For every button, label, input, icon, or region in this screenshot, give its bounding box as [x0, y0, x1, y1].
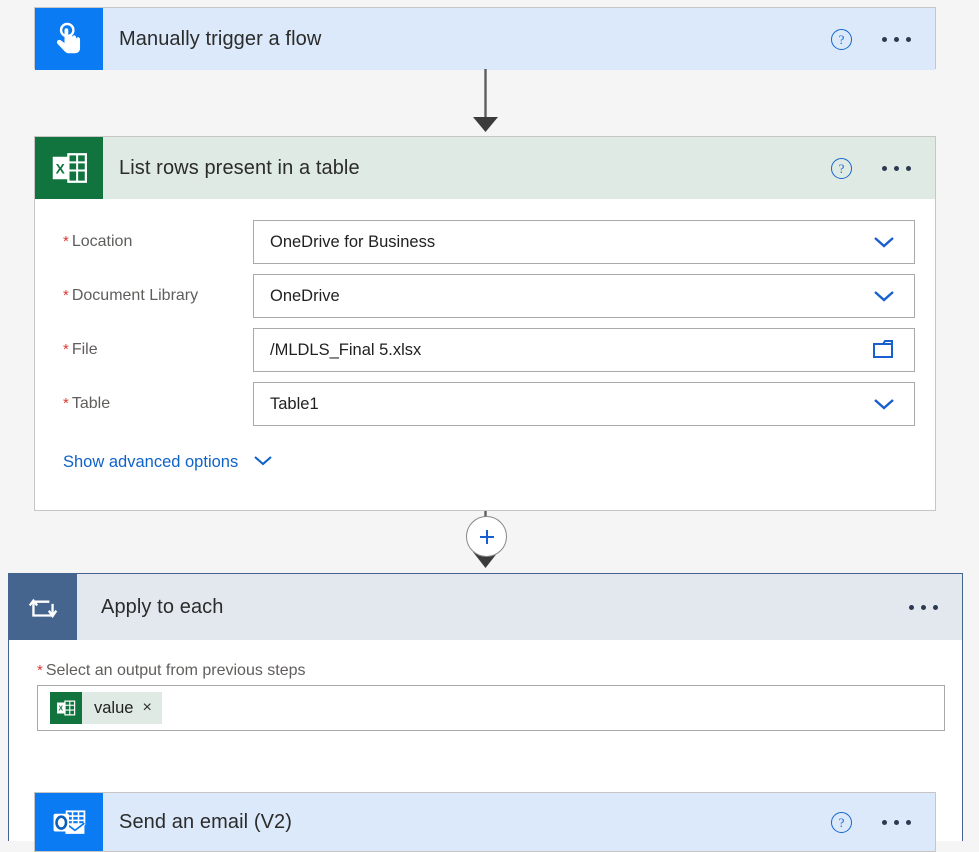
show-advanced-options-label: Show advanced options: [63, 453, 239, 471]
excel-icon: X: [50, 692, 82, 724]
select-output-label: * Select an output from previous steps: [37, 662, 962, 680]
hand-tap-icon: [35, 8, 103, 70]
svg-text:X: X: [59, 705, 64, 712]
required-asterisk: *: [63, 287, 69, 304]
apply-to-each-actions: [909, 574, 962, 640]
document-library-value: OneDrive: [270, 286, 340, 305]
required-asterisk: *: [63, 341, 69, 358]
chevron-down-icon[interactable]: [870, 383, 898, 425]
svg-text:X: X: [56, 161, 66, 176]
trigger-card[interactable]: Manually trigger a flow ?: [34, 7, 936, 70]
send-email-title: Send an email (V2): [119, 810, 293, 833]
apply-to-each-body: * Select an output from previous steps X…: [9, 640, 962, 731]
trigger-card-header[interactable]: Manually trigger a flow ?: [35, 8, 935, 70]
file-picker-input[interactable]: /MLDLS_Final 5.xlsx: [253, 328, 915, 372]
close-icon[interactable]: ×: [142, 700, 151, 716]
location-value: OneDrive for Business: [270, 232, 436, 251]
chevron-down-icon[interactable]: [870, 221, 898, 263]
trigger-card-title: Manually trigger a flow: [119, 27, 322, 50]
table-value: Table1: [270, 394, 319, 413]
apply-to-each-title: Apply to each: [101, 595, 224, 618]
chevron-down-icon: [252, 453, 274, 472]
excel-card-title: List rows present in a table: [119, 156, 360, 179]
more-commands-icon[interactable]: [882, 165, 911, 171]
trigger-card-actions: ?: [831, 8, 935, 70]
field-label-text: Table: [71, 395, 111, 412]
help-icon[interactable]: ?: [831, 157, 852, 179]
connector-arrow-trigger-to-excel: [473, 69, 498, 132]
field-label-location: * Location: [63, 233, 253, 251]
help-icon[interactable]: ?: [831, 811, 852, 833]
apply-to-each-header[interactable]: Apply to each: [9, 574, 962, 640]
chevron-down-icon[interactable]: [870, 275, 898, 317]
required-asterisk: *: [37, 662, 43, 679]
field-label-document-library: * Document Library: [63, 287, 253, 305]
excel-card-header[interactable]: X List rows present in a table ?: [35, 137, 935, 199]
field-row-file: * File /MLDLS_Final 5.xlsx: [35, 323, 935, 377]
show-advanced-options-button[interactable]: Show advanced options: [35, 453, 274, 472]
dynamic-content-token-value[interactable]: X value ×: [50, 692, 162, 724]
field-row-table: * Table Table1: [35, 377, 935, 431]
field-label-file: * File: [63, 341, 253, 359]
location-dropdown[interactable]: OneDrive for Business: [253, 220, 915, 264]
more-commands-icon[interactable]: [882, 819, 911, 825]
excel-icon: X: [35, 137, 103, 199]
select-output-input[interactable]: X value ×: [37, 685, 945, 731]
select-output-label-text: Select an output from previous steps: [45, 662, 306, 679]
excel-card-actions: ?: [831, 137, 935, 199]
send-email-actions: ?: [831, 793, 935, 851]
field-label-text: File: [71, 341, 98, 358]
required-asterisk: *: [63, 395, 69, 412]
field-label-text: Document Library: [71, 287, 199, 304]
send-email-card[interactable]: Send an email (V2) ?: [34, 792, 936, 852]
field-row-document-library: * Document Library OneDrive: [35, 269, 935, 323]
field-label-table: * Table: [63, 395, 253, 413]
outlook-icon: [35, 793, 103, 851]
insert-new-step-button[interactable]: [466, 516, 507, 557]
file-value: /MLDLS_Final 5.xlsx: [270, 340, 422, 359]
document-library-dropdown[interactable]: OneDrive: [253, 274, 915, 318]
more-commands-icon[interactable]: [909, 604, 938, 610]
field-label-text: Location: [71, 233, 133, 250]
plus-icon: [479, 529, 494, 544]
table-dropdown[interactable]: Table1: [253, 382, 915, 426]
token-label: value: [94, 698, 134, 717]
folder-icon[interactable]: [872, 329, 898, 371]
send-email-header[interactable]: Send an email (V2) ?: [35, 793, 935, 851]
required-asterisk: *: [63, 233, 69, 250]
more-commands-icon[interactable]: [882, 36, 911, 42]
excel-list-rows-card[interactable]: X List rows present in a table ? * Locat…: [34, 136, 936, 511]
help-icon[interactable]: ?: [831, 28, 852, 50]
excel-card-body: * Location OneDrive for Business * Docum…: [35, 199, 935, 472]
loop-icon: [9, 574, 77, 640]
field-row-location: * Location OneDrive for Business: [35, 215, 935, 269]
